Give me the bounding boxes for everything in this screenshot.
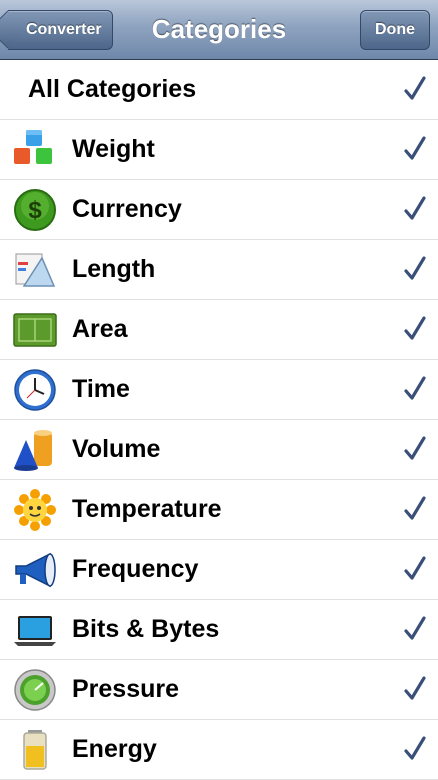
list-item-currency[interactable]: $ Currency bbox=[0, 180, 438, 240]
checkmark-icon bbox=[404, 196, 426, 222]
list-item-label: Area bbox=[72, 315, 128, 343]
list-item-volume[interactable]: Volume bbox=[0, 420, 438, 480]
laptop-icon bbox=[14, 616, 56, 646]
checkmark-icon bbox=[404, 556, 426, 582]
checkmark-icon bbox=[404, 496, 426, 522]
list-item-area[interactable]: Area bbox=[0, 300, 438, 360]
field-icon bbox=[13, 313, 57, 347]
checkmark-icon bbox=[404, 436, 426, 462]
checkmark-icon bbox=[404, 76, 426, 102]
checkmark-icon bbox=[404, 616, 426, 642]
list-item-label: All Categories bbox=[28, 75, 197, 103]
list-item-pressure[interactable]: Pressure bbox=[0, 660, 438, 720]
list-item-label: Frequency bbox=[72, 555, 199, 583]
megaphone-icon bbox=[15, 552, 56, 588]
gauge-icon bbox=[14, 669, 56, 711]
list-item-all-categories[interactable]: All Categories bbox=[0, 60, 438, 120]
clock-icon bbox=[14, 369, 56, 411]
done-button[interactable]: Done bbox=[360, 10, 430, 50]
categories-list: All Categories Weight $ Currency Length … bbox=[0, 60, 438, 780]
list-item-label: Temperature bbox=[72, 495, 222, 523]
sun-icon bbox=[14, 489, 56, 531]
cone-cylinder-icon bbox=[14, 430, 52, 471]
checkmark-icon bbox=[404, 256, 426, 282]
checkmark-icon bbox=[404, 736, 426, 762]
list-item-label: Volume bbox=[72, 435, 161, 463]
checkmark-icon bbox=[404, 136, 426, 162]
list-item-weight[interactable]: Weight bbox=[0, 120, 438, 180]
list-item-length[interactable]: Length bbox=[0, 240, 438, 300]
list-item-frequency[interactable]: Frequency bbox=[0, 540, 438, 600]
list-item-label: Time bbox=[72, 375, 130, 403]
list-item-label: Weight bbox=[72, 135, 155, 163]
list-item-time[interactable]: Time bbox=[0, 360, 438, 420]
svg-text:$: $ bbox=[28, 197, 42, 224]
list-item-label: Currency bbox=[72, 195, 182, 223]
list-item-label: Energy bbox=[72, 735, 157, 763]
navigation-bar: Converter Categories Done bbox=[0, 0, 438, 60]
list-item-label: Bits & Bytes bbox=[72, 615, 220, 643]
battery-icon bbox=[23, 730, 47, 770]
checkmark-icon bbox=[404, 316, 426, 342]
dollar-coin-icon: $ bbox=[14, 189, 56, 231]
list-item-energy[interactable]: Energy bbox=[0, 720, 438, 780]
list-item-label: Pressure bbox=[72, 675, 180, 703]
list-item-temperature[interactable]: Temperature bbox=[0, 480, 438, 540]
ruler-tools-icon bbox=[15, 253, 56, 287]
blocks-icon bbox=[14, 130, 52, 164]
list-item-label: Length bbox=[72, 255, 156, 283]
checkmark-icon bbox=[404, 676, 426, 702]
list-item-bits-bytes[interactable]: Bits & Bytes bbox=[0, 600, 438, 660]
checkmark-icon bbox=[404, 376, 426, 402]
